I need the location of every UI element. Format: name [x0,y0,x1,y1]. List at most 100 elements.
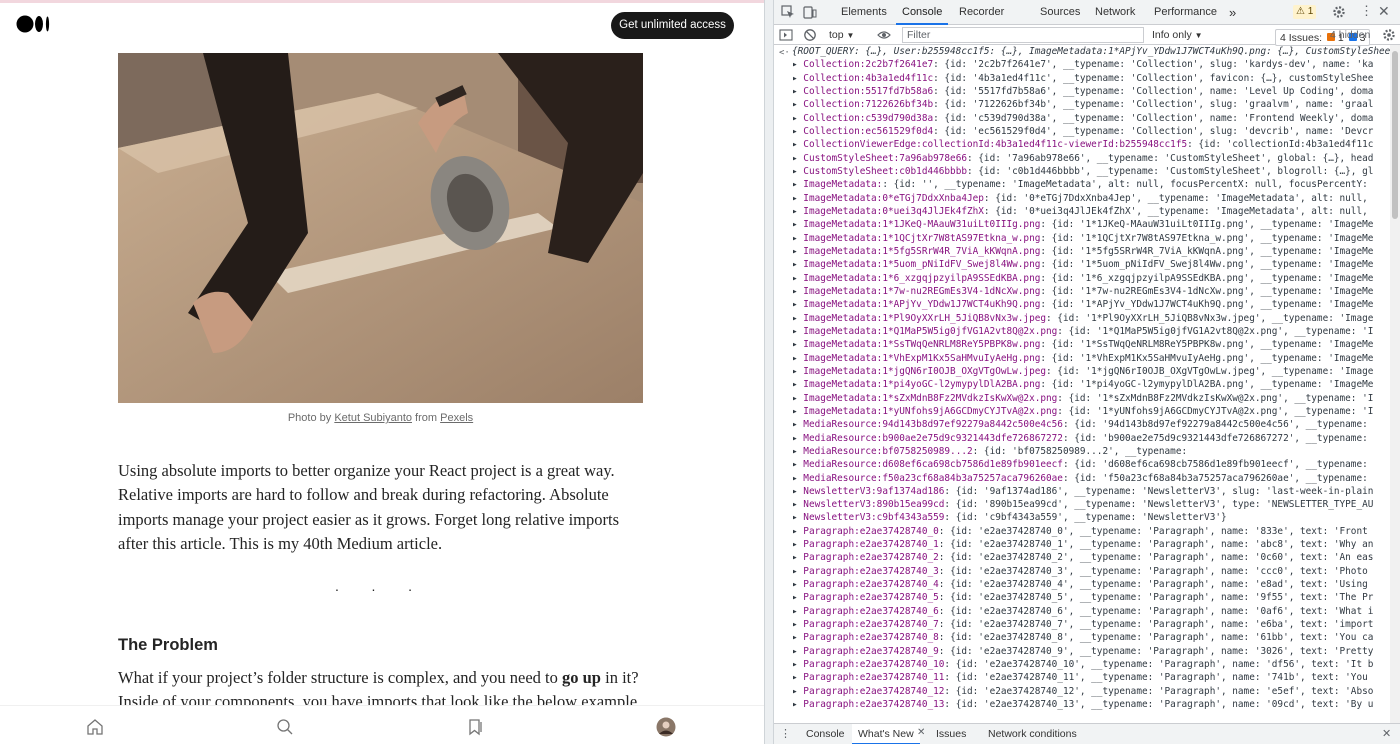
expand-triangle-icon[interactable]: ▸ [792,459,803,470]
console-entry[interactable]: ▸ Paragraph:e2ae37428740_5: {id: 'e2ae37… [792,591,1390,604]
console-entry[interactable]: ▸ CollectionViewerEdge:collectionId:4b3a… [792,138,1390,151]
expand-triangle-icon[interactable]: ▸ [792,499,803,510]
console-entry[interactable]: ▸ Paragraph:e2ae37428740_0: {id: 'e2ae37… [792,525,1390,538]
console-entry[interactable]: ▸ ImageMetadata:: {id: '', __typename: '… [792,178,1390,191]
filter-input[interactable]: Filter [902,27,1144,43]
expand-triangle-icon[interactable]: ▸ [792,419,803,430]
expand-triangle-icon[interactable]: ▸ [792,233,803,244]
more-tabs-button[interactable]: » [1229,0,1236,25]
console-entry[interactable]: ▸ ImageMetadata:1*VhExpM1Kx5SaHMvuIyAeHg… [792,352,1390,365]
console-root-object[interactable]: {ROOT_QUERY: {…}, User:b255948cc1f5: {…}… [792,45,1390,58]
console-entry[interactable]: ▸ ImageMetadata:1*1QCjtXr7W8tAS97Etkna_w… [792,232,1390,245]
expand-triangle-icon[interactable]: ▸ [792,179,803,190]
gear-icon[interactable] [1332,5,1346,19]
expand-triangle-icon[interactable]: ▸ [792,193,803,204]
console-entry[interactable]: ▸ MediaResource:b900ae2e75d9c9321443dfe7… [792,432,1390,445]
console-entry[interactable]: ▸ Collection:ec561529f0d4: {id: 'ec56152… [792,125,1390,138]
expand-triangle-icon[interactable]: ▸ [792,99,803,110]
expand-triangle-icon[interactable]: ▸ [792,566,803,577]
console-entry[interactable]: ▸ Paragraph:e2ae37428740_3: {id: 'e2ae37… [792,565,1390,578]
expand-triangle-icon[interactable]: ▸ [792,353,803,364]
console-entry[interactable]: ▸ Paragraph:e2ae37428740_4: {id: 'e2ae37… [792,578,1390,591]
console-entry[interactable]: ▸ ImageMetadata:1*Pl9OyXXrLH_5JiQB8vNx3w… [792,312,1390,325]
expand-triangle-icon[interactable]: ▸ [792,592,803,603]
caption-source-link[interactable]: Pexels [440,412,473,424]
context-select[interactable]: top ▼ [829,28,854,42]
warning-badge[interactable]: ⚠ 1 [1293,5,1317,19]
console-entry[interactable]: ▸ NewsletterV3:890b15ea99cd: {id: '890b1… [792,498,1390,511]
expand-triangle-icon[interactable]: ▸ [792,339,803,350]
drawer-tab-issues[interactable]: Issues [936,724,966,744]
expand-triangle-icon[interactable]: ▸ [792,632,803,643]
expand-triangle-icon[interactable]: ▸ [792,259,803,270]
tab-sources[interactable]: Sources [1040,0,1080,25]
console-settings-icon[interactable] [1382,28,1396,42]
expand-triangle-icon[interactable]: ▸ [792,512,803,523]
log-level-select[interactable]: Info only ▼ [1152,28,1203,42]
expand-triangle-icon[interactable]: ▸ [792,539,803,550]
expand-triangle-icon[interactable]: ▸ [792,126,803,137]
medium-logo[interactable] [16,13,52,35]
console-entry[interactable]: ▸ MediaResource:d608ef6ca698cb7586d1e89f… [792,458,1390,471]
console-entry[interactable]: ▸ ImageMetadata:1*yUNfohs9jA6GCDmyCYJTvA… [792,405,1390,418]
expand-triangle-icon[interactable]: ▸ [792,273,803,284]
expand-triangle-icon[interactable]: ▸ [792,326,803,337]
console-entry[interactable]: ▸ ImageMetadata:1*sZxMdnB8Fz2MVdkzIsKwXw… [792,392,1390,405]
device-toolbar-icon[interactable] [803,5,817,19]
expand-triangle-icon[interactable]: ▸ [792,299,803,310]
console-entry[interactable]: ▸ ImageMetadata:1*SsTWqQeNRLM8ReY5PBPK8w… [792,338,1390,351]
tab-network[interactable]: Network [1095,0,1135,25]
search-icon[interactable] [276,718,294,736]
expand-triangle-icon[interactable]: ▸ [792,579,803,590]
expand-triangle-icon[interactable]: ▸ [792,606,803,617]
clear-console-icon[interactable] [803,28,817,42]
caption-author-link[interactable]: Ketut Subiyanto [334,412,412,424]
pane-divider[interactable] [764,0,774,744]
tab-console[interactable]: Console [896,0,949,25]
console-entry[interactable]: ▸ MediaResource:f50a23cf68a84b3a75257aca… [792,472,1390,485]
expand-triangle-icon[interactable]: ▸ [792,166,803,177]
expand-triangle-icon[interactable]: ▸ [792,699,803,710]
expand-triangle-icon[interactable]: ▸ [792,366,803,377]
tab-elements[interactable]: Elements [841,0,887,25]
close-drawer-tab-icon[interactable]: ✕ [917,727,925,738]
console-entry[interactable]: ▸ Collection:7122626bf34b: {id: '7122626… [792,98,1390,111]
drawer-tab-network-conditions[interactable]: Network conditions [988,724,1077,744]
console-entry[interactable]: ▸ ImageMetadata:1*6_xzgqjpzyilpA9SSEdKBA… [792,272,1390,285]
expand-triangle-icon[interactable]: ▸ [792,206,803,217]
expand-triangle-icon[interactable]: ▸ [792,526,803,537]
expand-triangle-icon[interactable]: ▸ [792,113,803,124]
console-entry[interactable]: ▸ ImageMetadata:1*pi4yoGC-l2ymypylDlA2BA… [792,378,1390,391]
console-entry[interactable]: ▸ Collection:5517fd7b58a6: {id: '5517fd7… [792,85,1390,98]
expand-triangle-icon[interactable]: ▸ [792,473,803,484]
expand-triangle-icon[interactable]: ▸ [792,86,803,97]
get-unlimited-access-button[interactable]: Get unlimited access [611,12,734,39]
expand-triangle-icon[interactable]: ▸ [792,659,803,670]
console-entry[interactable]: ▸ Paragraph:e2ae37428740_8: {id: 'e2ae37… [792,631,1390,644]
tab-recorder[interactable]: Recorder [959,0,1004,25]
console-entry[interactable]: ▸ Paragraph:e2ae37428740_9: {id: 'e2ae37… [792,645,1390,658]
console-entry[interactable]: ▸ ImageMetadata:1*7w-nu2REGmEs3V4-1dNcXw… [792,285,1390,298]
expand-triangle-icon[interactable]: ▸ [792,393,803,404]
expand-triangle-icon[interactable]: ▸ [792,619,803,630]
console-entry[interactable]: ▸ ImageMetadata:1*1JKeQ-MAauW31uiLt0IIIg… [792,218,1390,231]
bookmarks-icon[interactable] [466,718,484,736]
console-entry[interactable]: ▸ Paragraph:e2ae37428740_11: {id: 'e2ae3… [792,671,1390,684]
console-entry[interactable]: ▸ Paragraph:e2ae37428740_1: {id: 'e2ae37… [792,538,1390,551]
console-entry[interactable]: ▸ NewsletterV3:c9bf4343a559: {id: 'c9bf4… [792,511,1390,524]
drawer-tab-console[interactable]: Console [806,724,845,744]
console-entry[interactable]: ▸ ImageMetadata:1*Q1MaP5W5ig0jfVG1A2vt8Q… [792,325,1390,338]
expand-triangle-icon[interactable]: ▸ [792,406,803,417]
close-icon[interactable]: ✕ [1378,3,1390,19]
expand-triangle-icon[interactable]: ▸ [792,646,803,657]
expand-triangle-icon[interactable]: ▸ [792,139,803,150]
tab-performance[interactable]: Performance [1154,0,1217,25]
expand-triangle-icon[interactable]: ▸ [792,672,803,683]
console-scrollbar[interactable] [1390,45,1400,723]
expand-triangle-icon[interactable]: ▸ [792,379,803,390]
console-entry[interactable]: ▸ Paragraph:e2ae37428740_13: {id: 'e2ae3… [792,698,1390,711]
console-entry[interactable]: ▸ MediaResource:94d143b8d97ef92279a8442c… [792,418,1390,431]
expand-triangle-icon[interactable]: ▸ [792,446,803,457]
console-entry[interactable]: ▸ Collection:c539d790d38a: {id: 'c539d79… [792,112,1390,125]
expand-triangle-icon[interactable]: ▸ [792,153,803,164]
